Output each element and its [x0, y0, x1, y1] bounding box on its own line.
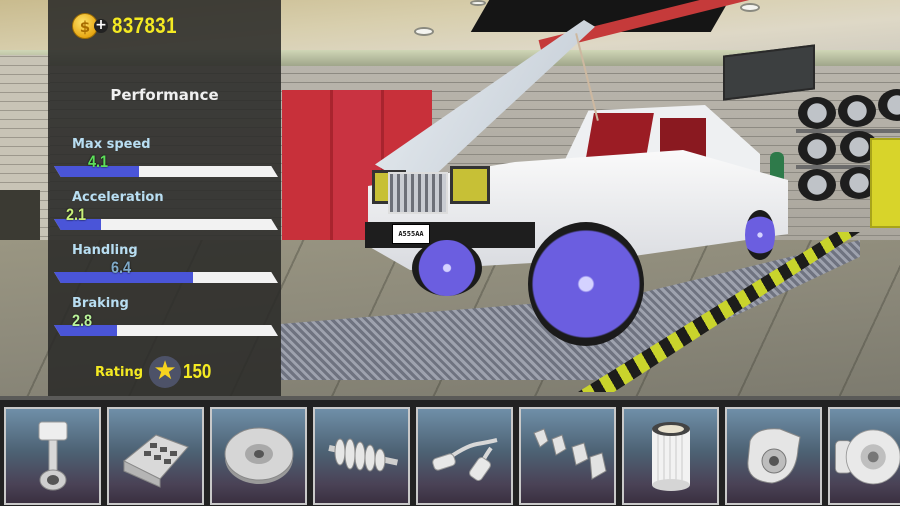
part-slot-flywheel[interactable]	[210, 407, 307, 505]
add-money-icon[interactable]: +	[94, 18, 108, 33]
tire	[798, 169, 836, 201]
stat-value-max-speed: 4.1	[88, 152, 109, 171]
brake-disc-icon	[830, 409, 900, 503]
part-slot-air-filter[interactable]	[622, 407, 719, 505]
money-counter[interactable]: $ + 837831	[72, 13, 188, 39]
stat-label-max-speed: Max speed	[72, 137, 151, 152]
flywheel-icon	[212, 409, 305, 503]
stat-label-handling: Handling	[72, 243, 138, 258]
stat-bar-handling	[54, 272, 278, 283]
license-plate: A555AA	[392, 224, 430, 244]
tire	[838, 95, 876, 127]
star-icon: ★	[149, 356, 182, 388]
engine-block-icon	[109, 409, 202, 503]
car-grille	[388, 172, 448, 214]
stat-value-braking: 2.8	[72, 311, 93, 330]
yellow-cabinet	[870, 138, 900, 228]
stat-value-acceleration: 2.1	[66, 205, 87, 224]
panel-title: Performance	[110, 86, 219, 104]
ceiling-light	[470, 0, 486, 6]
air-filter-icon	[624, 409, 717, 503]
part-slot-brakes[interactable]	[828, 407, 900, 505]
ceiling-light	[414, 27, 434, 36]
turbo-icon	[727, 409, 820, 503]
part-slot-engine-block[interactable]	[107, 407, 204, 505]
ceiling-light	[740, 3, 760, 12]
part-slot-gearbox[interactable]	[313, 407, 410, 505]
car-wheel	[412, 240, 482, 296]
rating: Rating ★ 150	[95, 356, 216, 388]
part-slot-exhaust[interactable]	[416, 407, 513, 505]
gearbox-icon	[315, 409, 408, 503]
spark-plug-icon	[521, 409, 614, 503]
piston-icon	[6, 409, 99, 503]
rating-value: 150	[183, 360, 212, 383]
money-value: 837831	[112, 13, 177, 38]
stat-label-acceleration: Acceleration	[72, 190, 164, 205]
tire	[798, 97, 836, 129]
car-wheel	[528, 222, 644, 346]
stat-label-braking: Braking	[72, 296, 129, 311]
headlight	[450, 166, 490, 204]
rating-label: Rating	[95, 364, 144, 380]
part-slot-turbocharger[interactable]	[725, 407, 822, 505]
exhaust-icon	[418, 409, 511, 503]
part-slot-piston[interactable]	[4, 407, 101, 505]
parts-bar	[0, 396, 900, 506]
stat-value-handling: 6.4	[111, 258, 132, 277]
car-wheel	[745, 210, 775, 260]
stat-bar-acceleration	[54, 219, 278, 230]
part-slot-spark-plugs[interactable]	[519, 407, 616, 505]
tire	[798, 133, 836, 165]
